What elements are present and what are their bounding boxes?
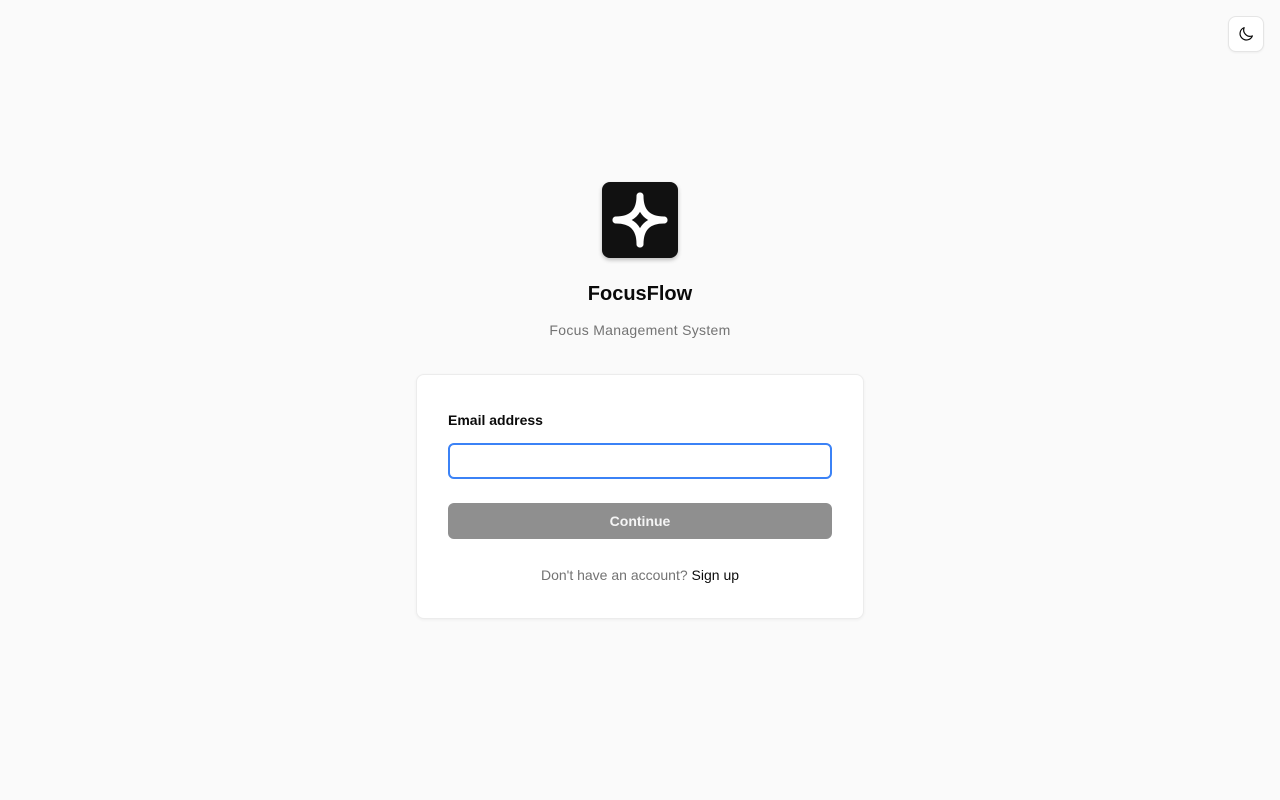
signup-link[interactable]: Sign up xyxy=(692,567,739,583)
continue-button[interactable]: Continue xyxy=(448,503,832,539)
sparkle-logo-icon xyxy=(608,188,672,252)
signup-prompt: Don't have an account? xyxy=(540,567,692,583)
email-label: Email address xyxy=(448,412,543,428)
theme-toggle-button[interactable] xyxy=(1228,16,1264,52)
app-tagline: Focus Management System xyxy=(549,322,731,338)
signup-row: Don't have an account? Sign up xyxy=(417,566,863,584)
email-input[interactable] xyxy=(448,443,832,479)
app-name: FocusFlow xyxy=(587,283,693,305)
app-logo xyxy=(602,182,678,258)
login-card: Email address Continue Don't have an acc… xyxy=(416,374,864,619)
moon-icon xyxy=(1237,25,1255,43)
